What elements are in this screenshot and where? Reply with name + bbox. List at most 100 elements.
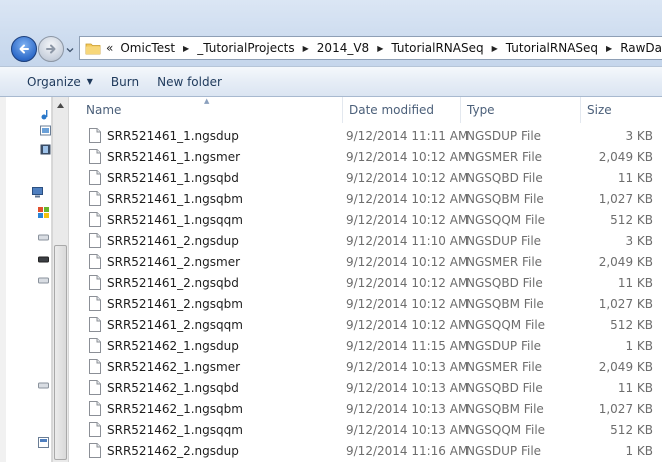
column-header-row: ▲ Name Date modified Type Size	[69, 97, 662, 123]
file-name[interactable]: SRR521462_1.ngsqbm	[107, 398, 243, 419]
breadcrumb-item[interactable]: _TutorialProjects	[196, 41, 295, 55]
file-type: NGSQQM File	[466, 212, 546, 227]
file-name[interactable]: SRR521461_1.ngsmer	[107, 146, 240, 167]
table-row[interactable]: SRR521461_2.ngsqbm 9/12/2014 10:12 AM NGSQ…	[69, 293, 662, 314]
breadcrumb-separator-icon[interactable]: ▶	[606, 44, 612, 53]
file-date-modified: 9/12/2014 10:13 AM	[346, 359, 469, 374]
file-size: 11 KB	[617, 275, 653, 290]
arrow-left-icon	[19, 44, 29, 54]
forward-button[interactable]	[38, 36, 64, 62]
file-type: NGSQBM File	[466, 296, 544, 311]
drive-icon[interactable]	[38, 275, 49, 286]
table-row[interactable]: SRR521461_2.ngsdup 9/12/2014 11:10 AM NGSD…	[69, 230, 662, 251]
recent-pages-dropdown[interactable]	[66, 46, 74, 54]
file-date-modified: 9/12/2014 10:12 AM	[346, 149, 469, 164]
drive-icon[interactable]	[38, 232, 49, 243]
file-icon	[89, 167, 103, 188]
file-size: 1,027 KB	[598, 296, 653, 311]
new-folder-button[interactable]: New folder	[148, 67, 231, 96]
address-bar-strip: « OmicTest ▶ _TutorialProjects ▶ 2014_V8…	[0, 0, 662, 66]
file-name[interactable]: SRR521461_1.ngsdup	[107, 125, 239, 146]
breadcrumb-item[interactable]: 2014_V8	[316, 41, 370, 55]
table-row[interactable]: SRR521461_2.ngsqqm 9/12/2014 10:12 AM NGSQ…	[69, 314, 662, 335]
file-icon	[89, 440, 103, 461]
file-name[interactable]: SRR521461_1.ngsqqm	[107, 209, 243, 230]
table-row[interactable]: SRR521461_1.ngsqbd 9/12/2014 10:12 AM NGSQ…	[69, 167, 662, 188]
file-icon	[89, 230, 103, 251]
drive-icon[interactable]	[38, 380, 49, 391]
breadcrumb-item[interactable]: TutorialRNASeq	[390, 41, 484, 55]
table-row[interactable]: SRR521461_1.ngsmer 9/12/2014 10:12 AM NGSM…	[69, 146, 662, 167]
table-row[interactable]: SRR521462_1.ngsqbd 9/12/2014 10:13 AM NGSQ…	[69, 377, 662, 398]
file-icon	[89, 335, 103, 356]
new-folder-label: New folder	[157, 74, 222, 89]
file-size: 3 KB	[625, 233, 653, 248]
file-type: NGSDUP File	[466, 443, 542, 458]
column-header-date-modified[interactable]: Date modified	[343, 97, 461, 123]
file-name[interactable]: SRR521462_2.ngsdup	[107, 440, 239, 461]
table-row[interactable]: SRR521461_1.ngsqqm 9/12/2014 10:12 AM NGSQ…	[69, 209, 662, 230]
breadcrumb-separator-icon[interactable]: ▶	[492, 44, 498, 53]
file-name[interactable]: SRR521461_1.ngsqbm	[107, 188, 243, 209]
file-icon	[89, 146, 103, 167]
file-name[interactable]: SRR521461_2.ngsqqm	[107, 314, 243, 335]
file-name[interactable]: SRR521462_1.ngsqqm	[107, 419, 243, 440]
table-row[interactable]: SRR521461_1.ngsdup 9/12/2014 11:11 AM NGSD…	[69, 125, 662, 146]
chevron-down-icon: ▼	[86, 77, 93, 86]
breadcrumb-item[interactable]: TutorialRNASeq	[505, 41, 599, 55]
burn-label: Burn	[110, 74, 140, 89]
file-name[interactable]: SRR521462_1.ngsqbd	[107, 377, 239, 398]
arrow-right-icon	[46, 44, 56, 54]
file-size: 1,027 KB	[598, 191, 653, 206]
breadcrumb-item-current[interactable]: RawDataQC	[619, 41, 662, 55]
table-row[interactable]: SRR521462_1.ngsmer 9/12/2014 10:13 AM NGSM…	[69, 356, 662, 377]
drive-icon[interactable]	[38, 254, 49, 265]
table-row[interactable]: SRR521462_1.ngsqbm 9/12/2014 10:13 AM NGSQ…	[69, 398, 662, 419]
computer-icon[interactable]	[32, 187, 43, 198]
file-name[interactable]: SRR521461_2.ngsmer	[107, 251, 240, 272]
file-type: NGSMER File	[466, 149, 543, 164]
control-panel-icon[interactable]	[38, 437, 49, 448]
file-size: 11 KB	[617, 170, 653, 185]
scroll-up-button[interactable]	[53, 97, 68, 113]
file-type: NGSQBM File	[466, 191, 544, 206]
file-date-modified: 9/12/2014 10:12 AM	[346, 317, 469, 332]
file-name[interactable]: SRR521461_1.ngsqbd	[107, 167, 239, 188]
table-row[interactable]: SRR521462_1.ngsdup 9/12/2014 11:15 AM NGSD…	[69, 335, 662, 356]
music-icon[interactable]	[40, 109, 51, 120]
videos-icon[interactable]	[40, 144, 51, 155]
breadcrumb-overflow[interactable]: «	[106, 41, 113, 55]
file-icon	[89, 314, 103, 335]
file-icon	[89, 125, 103, 146]
column-header-name[interactable]: Name	[79, 97, 343, 123]
file-name[interactable]: SRR521462_1.ngsdup	[107, 335, 239, 356]
pictures-icon[interactable]	[40, 125, 51, 136]
burn-button[interactable]: Burn	[102, 67, 148, 96]
column-header-size[interactable]: Size	[581, 97, 662, 123]
file-name[interactable]: SRR521461_2.ngsqbd	[107, 272, 239, 293]
organize-button[interactable]: Organize ▼	[18, 67, 102, 96]
file-name[interactable]: SRR521462_1.ngsmer	[107, 356, 240, 377]
table-row[interactable]: SRR521461_2.ngsmer 9/12/2014 10:12 AM NGSM…	[69, 251, 662, 272]
file-size: 11 KB	[617, 380, 653, 395]
breadcrumb-separator-icon[interactable]: ▶	[377, 44, 383, 53]
breadcrumb-item[interactable]: OmicTest	[119, 41, 176, 55]
scrollbar-thumb[interactable]	[54, 245, 67, 460]
breadcrumb-separator-icon[interactable]: ▶	[183, 44, 189, 53]
file-name[interactable]: SRR521461_2.ngsdup	[107, 230, 239, 251]
table-row[interactable]: SRR521461_1.ngsqbm 9/12/2014 10:12 AM NGSQ…	[69, 188, 662, 209]
file-name[interactable]: SRR521461_2.ngsqbm	[107, 293, 243, 314]
table-row[interactable]: SRR521461_2.ngsqbd 9/12/2014 10:12 AM NGSQ…	[69, 272, 662, 293]
table-row[interactable]: SRR521462_1.ngsqqm 9/12/2014 10:13 AM NGSQ…	[69, 419, 662, 440]
table-row[interactable]: SRR521462_2.ngsdup 9/12/2014 11:16 AM NGSD…	[69, 440, 662, 461]
address-box[interactable]: « OmicTest ▶ _TutorialProjects ▶ 2014_V8…	[79, 36, 662, 60]
file-icon	[89, 209, 103, 230]
breadcrumb-separator-icon[interactable]: ▶	[303, 44, 309, 53]
navigation-pane-scrollbar[interactable]	[52, 97, 69, 462]
back-button[interactable]	[11, 36, 37, 62]
file-date-modified: 9/12/2014 10:13 AM	[346, 422, 469, 437]
windows-drive-icon[interactable]	[38, 207, 49, 218]
column-header-type[interactable]: Type	[461, 97, 581, 123]
file-size: 2,049 KB	[598, 149, 653, 164]
file-date-modified: 9/12/2014 10:12 AM	[346, 170, 469, 185]
